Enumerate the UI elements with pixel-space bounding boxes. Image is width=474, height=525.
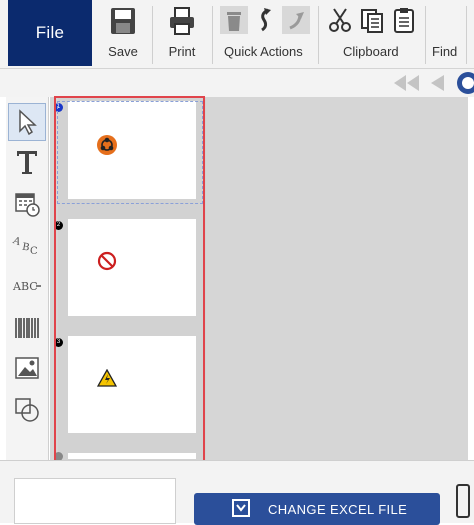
arc-text-icon: A B C [11,235,38,257]
print-label: Print [168,44,196,59]
side-panel-edge [456,484,470,518]
ribbon-separator [466,6,467,64]
save-icon [111,8,135,34]
serial-text-tool[interactable]: ABC [8,267,46,305]
image-icon [15,357,39,379]
first-page-icon[interactable] [392,73,422,93]
excel-file-icon [232,499,250,517]
undo-button[interactable] [252,6,278,34]
quick-actions-group-label: Quick Actions [224,44,303,59]
navigation-bar [0,69,474,97]
svg-text:C: C [30,246,38,257]
ribbon-separator [425,6,426,64]
serial-text-icon: ABC [12,280,41,293]
barcode-tool[interactable] [8,309,46,347]
save-label: Save [108,44,138,59]
highlight-frame [54,96,205,467]
redo-icon [289,12,304,30]
ribbon-separator [212,6,213,64]
delete-button[interactable] [220,6,248,34]
image-tool[interactable] [8,349,46,387]
undo-icon [261,8,271,32]
cut-button[interactable] [326,6,354,34]
previous-page-icon[interactable] [428,73,446,93]
ribbon-separator [318,6,319,64]
print-button[interactable]: Print [162,4,202,64]
text-icon [17,151,37,174]
svg-text:B: B [21,242,30,254]
help-icon[interactable] [456,71,474,95]
ribbon-separator [152,6,153,64]
clipboard-icon [394,8,414,33]
arc-text-tool[interactable]: A B C [8,225,46,263]
pointer-icon [19,109,37,135]
text-tool[interactable] [8,143,46,181]
shape-tool[interactable] [8,391,46,429]
printer-icon [170,7,194,35]
calendar-clock-icon [15,193,40,217]
shape-icon [15,398,39,422]
find-button[interactable]: Find [432,44,457,59]
file-menu-button[interactable]: File [8,0,92,66]
data-source-box [14,478,176,524]
scissors-icon [329,8,351,32]
barcode-icon [15,318,39,338]
save-button[interactable]: Save [104,4,142,64]
ribbon-toolbar: File Save Print Quick Actions Clipboard … [0,0,474,69]
design-tools-panel: A B C ABC [6,97,49,460]
redo-button[interactable] [282,6,310,34]
trash-icon [227,12,241,31]
svg-text:ABC: ABC [12,280,38,293]
copy-button[interactable] [358,6,386,34]
clipboard-group-label: Clipboard [343,44,399,59]
change-excel-file-button[interactable]: CHANGE EXCEL FILE [194,493,440,525]
copy-icon [361,9,383,33]
date-time-tool[interactable] [8,185,46,223]
paste-button[interactable] [390,6,418,34]
pointer-tool[interactable] [8,103,46,141]
change-excel-file-label: CHANGE EXCEL FILE [268,501,408,517]
svg-text:A: A [11,235,23,248]
